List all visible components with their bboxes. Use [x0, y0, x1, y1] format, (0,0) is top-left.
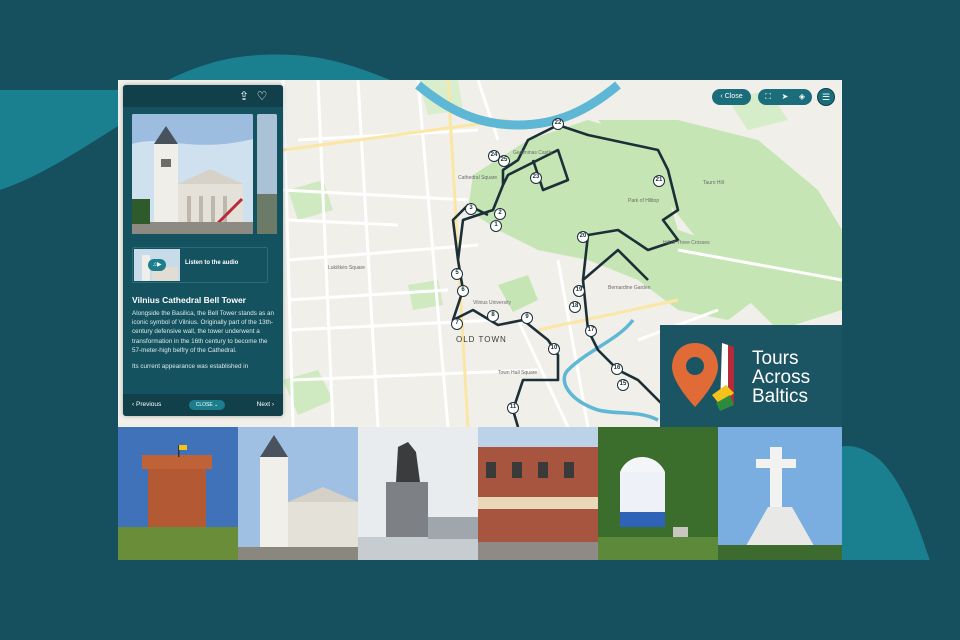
map-pin-logo-icon	[672, 343, 734, 411]
app-frame: Tauro Hill Hill of Three Crosses Gedimin…	[118, 80, 842, 560]
route-marker[interactable]: 2	[494, 208, 506, 220]
route-marker[interactable]: 1	[490, 220, 502, 232]
photo-chapel[interactable]	[598, 427, 718, 560]
chevron-down-icon: ⌄	[214, 402, 219, 408]
place-label: Cathedral Square	[458, 175, 498, 181]
old-town-label: OLD TOWN	[456, 335, 507, 344]
place-label: Town Hall Square	[498, 370, 538, 376]
route-marker[interactable]: 10	[548, 343, 560, 355]
place-label: Park of Hilltop	[628, 198, 660, 204]
place-label: Hill of Three Crosses	[663, 240, 710, 246]
description-paragraph: Its current appearance was established i…	[132, 363, 249, 371]
route-marker[interactable]: 17	[585, 325, 597, 337]
route-marker[interactable]: 8	[487, 310, 499, 322]
place-label: Gediminas Castle	[513, 150, 553, 156]
brand-name: Tours Across Baltics	[752, 348, 811, 407]
fullscreen-icon[interactable]: ⛶	[762, 91, 774, 103]
photo-gediminas-monument[interactable]	[358, 427, 478, 560]
route-marker[interactable]: 3	[465, 203, 477, 215]
photo-street-building[interactable]	[478, 427, 598, 560]
audio-thumbnail: ♫▶	[134, 249, 180, 281]
menu-icon[interactable]: ☰	[817, 88, 835, 106]
audio-player[interactable]: ♫▶ Listen to the audio	[132, 247, 268, 283]
route-marker[interactable]: 15	[617, 379, 629, 391]
map-toolbar: ⛶ ➤ ◈	[758, 89, 812, 105]
play-icon[interactable]: ♫▶	[148, 259, 166, 271]
chevron-right-icon: ›	[270, 401, 274, 408]
route-marker[interactable]: 21	[653, 175, 665, 187]
heart-icon[interactable]: ♡	[255, 89, 269, 103]
route-marker[interactable]: 25	[498, 155, 510, 167]
description-paragraph: Alongside the Basilica, the Bell Tower s…	[132, 310, 274, 354]
route-marker[interactable]: 23	[530, 172, 542, 184]
route-marker[interactable]: 11	[507, 402, 519, 414]
photo-three-crosses[interactable]	[718, 427, 842, 560]
place-label: Vilnius University	[473, 300, 511, 306]
photo-bell-tower[interactable]	[238, 427, 358, 560]
photo-castle-tower[interactable]	[118, 427, 238, 560]
previous-button[interactable]: ‹ Previous	[132, 401, 161, 408]
panel-footer: ‹ Previous CLOSE ⌄ Next ›	[123, 394, 283, 416]
place-label: Bernardine Garden	[608, 285, 651, 291]
directions-icon[interactable]: ◈	[796, 91, 808, 103]
route-marker[interactable]: 7	[451, 318, 463, 330]
place-label: Lukiškės Square	[328, 265, 365, 271]
map-close-button[interactable]: ‹ Close	[712, 89, 751, 105]
panel-close-button[interactable]: CLOSE ⌄	[189, 400, 225, 410]
stop-description: Alongside the Basilica, the Bell Tower s…	[132, 309, 274, 378]
route-marker[interactable]: 6	[457, 285, 469, 297]
locate-icon[interactable]: ➤	[779, 91, 791, 103]
stop-detail-panel: ⇪ ♡ ♫▶ Listen to the audio Vilnius Cathe…	[123, 85, 283, 416]
map-view[interactable]: Tauro Hill Hill of Three Crosses Gedimin…	[118, 80, 842, 427]
stop-title: Vilnius Cathedral Bell Tower	[132, 295, 246, 305]
next-button[interactable]: Next ›	[257, 401, 274, 408]
brand-logo: Tours Across Baltics	[660, 325, 842, 427]
stop-photo-main[interactable]	[132, 114, 253, 234]
route-marker[interactable]: 20	[577, 231, 589, 243]
panel-header: ⇪ ♡	[123, 85, 283, 107]
place-label: Tauro Hill	[703, 180, 724, 186]
photo-strip	[118, 427, 842, 560]
share-icon[interactable]: ⇪	[237, 89, 251, 103]
stop-photo-next[interactable]	[257, 114, 277, 234]
route-marker[interactable]: 9	[521, 312, 533, 324]
audio-label: Listen to the audio	[185, 260, 239, 266]
route-marker[interactable]: 5	[451, 268, 463, 280]
route-marker[interactable]: 18	[569, 301, 581, 313]
route-marker[interactable]: 16	[611, 363, 623, 375]
route-marker[interactable]: 22	[552, 118, 564, 130]
route-marker[interactable]: 19	[573, 285, 585, 297]
